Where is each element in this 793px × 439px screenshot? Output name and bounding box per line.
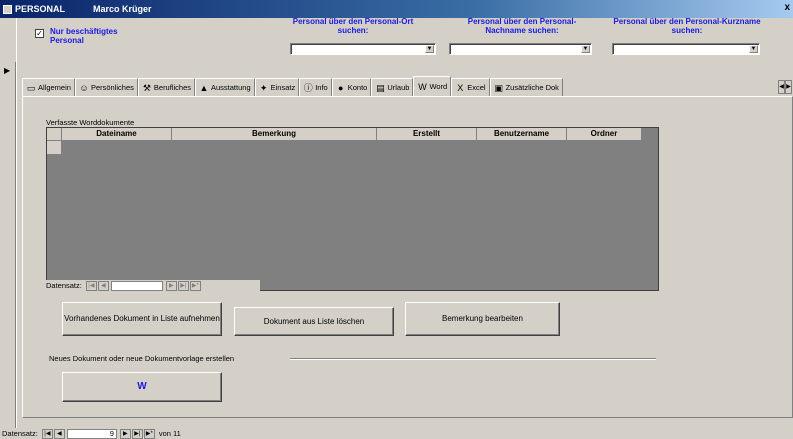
tab-scroll-right-icon[interactable]: ▶ (785, 80, 792, 94)
record-selector[interactable]: ▶ (0, 62, 16, 428)
word-icon: W (418, 81, 427, 92)
tab-word[interactable]: W Word (413, 76, 452, 96)
edit-remark-button[interactable]: Bemerkung bearbeiten (405, 302, 560, 336)
search-kurzname-combo[interactable]: ▼ (612, 43, 760, 55)
column-header-bemerkung[interactable]: Bemerkung (172, 128, 377, 141)
tab-strip: ▭ Allgemein ☺ Persönliches ⚒ Berufliches ▲ Auss… (22, 76, 563, 96)
form-record-nav: Datensatz: |◀ ◀ 9 ▶ ▶| ▶* von 11 (0, 428, 793, 439)
employed-only-checkbox[interactable]: ✓ (35, 29, 44, 38)
tab-label: Excel (467, 83, 486, 92)
column-header-dateiname[interactable]: Dateiname (62, 128, 172, 141)
word-documents-subform: Dateiname Bemerkung Erstellt Benutzernam… (46, 127, 659, 291)
current-record-number[interactable]: 9 (66, 428, 117, 439)
search-nachname-label: Personal über den Personal-Nachname such… (467, 17, 577, 35)
equipment-icon: ▲ (199, 82, 209, 93)
tools-icon: ⚒ (142, 82, 151, 93)
tab-ausstattung[interactable]: ▲ Ausstattung (195, 78, 255, 96)
grid-corner (47, 128, 62, 141)
tab-berufliches[interactable]: ⚒ Berufliches (137, 78, 195, 96)
add-document-button[interactable]: Vorhandenes Dokument in Liste aufnehmen (62, 302, 222, 336)
tab-label: Word (429, 82, 448, 91)
new-record-icon[interactable]: ▶* (143, 428, 155, 439)
remove-document-button[interactable]: Dokument aus Liste löschen (234, 307, 394, 336)
window-user: Marco Krüger (93, 4, 152, 14)
tab-label: Persönliches (90, 83, 134, 92)
next-record-icon[interactable]: ▶ (165, 280, 177, 291)
word-documents-caption: Verfasste Worddokumente (46, 118, 135, 127)
column-header-erstellt[interactable]: Erstellt (377, 128, 477, 141)
tab-urlaub[interactable]: ▤ Urlaub (371, 78, 414, 96)
tab-scroll: ◀ ▶ (778, 80, 792, 94)
tab-excel[interactable]: X Excel (451, 78, 490, 96)
tab-label: Einsatz (270, 83, 296, 92)
tab-persönliches[interactable]: ☺ Persönliches (74, 78, 138, 96)
subform-record-nav: Datensatz: |◀ ◀ ▶ ▶| ▶* (46, 280, 260, 291)
grid-header: Dateiname Bemerkung Erstellt Benutzernam… (47, 128, 642, 141)
chevron-down-icon[interactable]: ▼ (581, 45, 590, 53)
tab-konto[interactable]: ● Konto (331, 78, 372, 96)
form-icon (3, 4, 12, 14)
subform-nav-label: Datensatz: (46, 281, 82, 290)
prev-record-icon[interactable]: ◀ (97, 280, 109, 291)
tab-scroll-left-icon[interactable]: ◀ (778, 80, 785, 94)
subform-record-number[interactable] (110, 280, 163, 291)
current-record-arrow-icon: ▶ (4, 66, 11, 75)
new-word-document-button[interactable]: W (62, 372, 222, 402)
tab-label: Allgemein (38, 83, 71, 92)
deployment-icon: ✦ (259, 82, 268, 93)
first-record-icon[interactable]: |◀ (41, 428, 53, 439)
tab-allgemein[interactable]: ▭ Allgemein (22, 78, 75, 96)
tab-label: Info (315, 83, 328, 92)
tab-einsatz[interactable]: ✦ Einsatz (254, 78, 300, 96)
word-icon: W (137, 381, 147, 392)
chevron-down-icon[interactable]: ▼ (749, 45, 758, 53)
chevron-down-icon[interactable]: ▼ (425, 45, 434, 53)
window-title: PERSONAL (15, 4, 66, 14)
title-bar: PERSONAL Marco Krüger x (0, 0, 793, 18)
document-icon: ▣ (494, 82, 503, 93)
excel-icon: X (457, 82, 464, 93)
tab-label: Urlaub (387, 83, 410, 92)
new-record-icon[interactable]: ▶* (189, 280, 201, 291)
new-document-caption: Neues Dokument oder neue Dokumentvorlage… (49, 354, 239, 363)
grid-row-selector[interactable] (47, 141, 62, 154)
calendar-icon: ▤ (376, 82, 385, 93)
employed-only-label: Nur beschäftigtes Personal (50, 27, 118, 45)
search-ort-label: Personal über den Personal-Ort suchen: (292, 17, 414, 35)
next-record-icon[interactable]: ▶ (119, 428, 131, 439)
new-document-divider (290, 358, 656, 360)
column-header-ordner[interactable]: Ordner (567, 128, 642, 141)
record-nav-label: Datensatz: (2, 429, 38, 438)
info-icon: ⓘ (303, 82, 313, 93)
first-record-icon[interactable]: |◀ (85, 280, 97, 291)
tab-label: Konto (347, 83, 368, 92)
tab-zusätzliche-dok[interactable]: ▣ Zusätzliche Dok (489, 78, 563, 96)
close-icon[interactable]: x (784, 2, 790, 13)
tab-label: Berufliches (153, 83, 191, 92)
search-nachname-combo[interactable]: ▼ (449, 43, 592, 55)
last-record-icon[interactable]: ▶| (177, 280, 189, 291)
employed-only-filter[interactable]: ✓ Nur beschäftigtes Personal (35, 27, 140, 45)
tab-label: Zusätzliche Dok (505, 83, 559, 92)
card-icon: ▭ (26, 82, 36, 93)
prev-record-icon[interactable]: ◀ (53, 428, 65, 439)
tab-label: Ausstattung (211, 83, 251, 92)
last-record-icon[interactable]: ▶| (131, 428, 143, 439)
people-icon: ☺ (79, 82, 89, 93)
search-kurzname-label: Personal über den Personal-Kurzname such… (613, 17, 761, 35)
tab-info[interactable]: ⓘ Info (299, 78, 332, 96)
column-header-benutzername[interactable]: Benutzername (477, 128, 567, 141)
account-icon: ● (338, 82, 344, 93)
search-ort-combo[interactable]: ▼ (290, 43, 436, 55)
record-count: von 11 (158, 429, 181, 438)
